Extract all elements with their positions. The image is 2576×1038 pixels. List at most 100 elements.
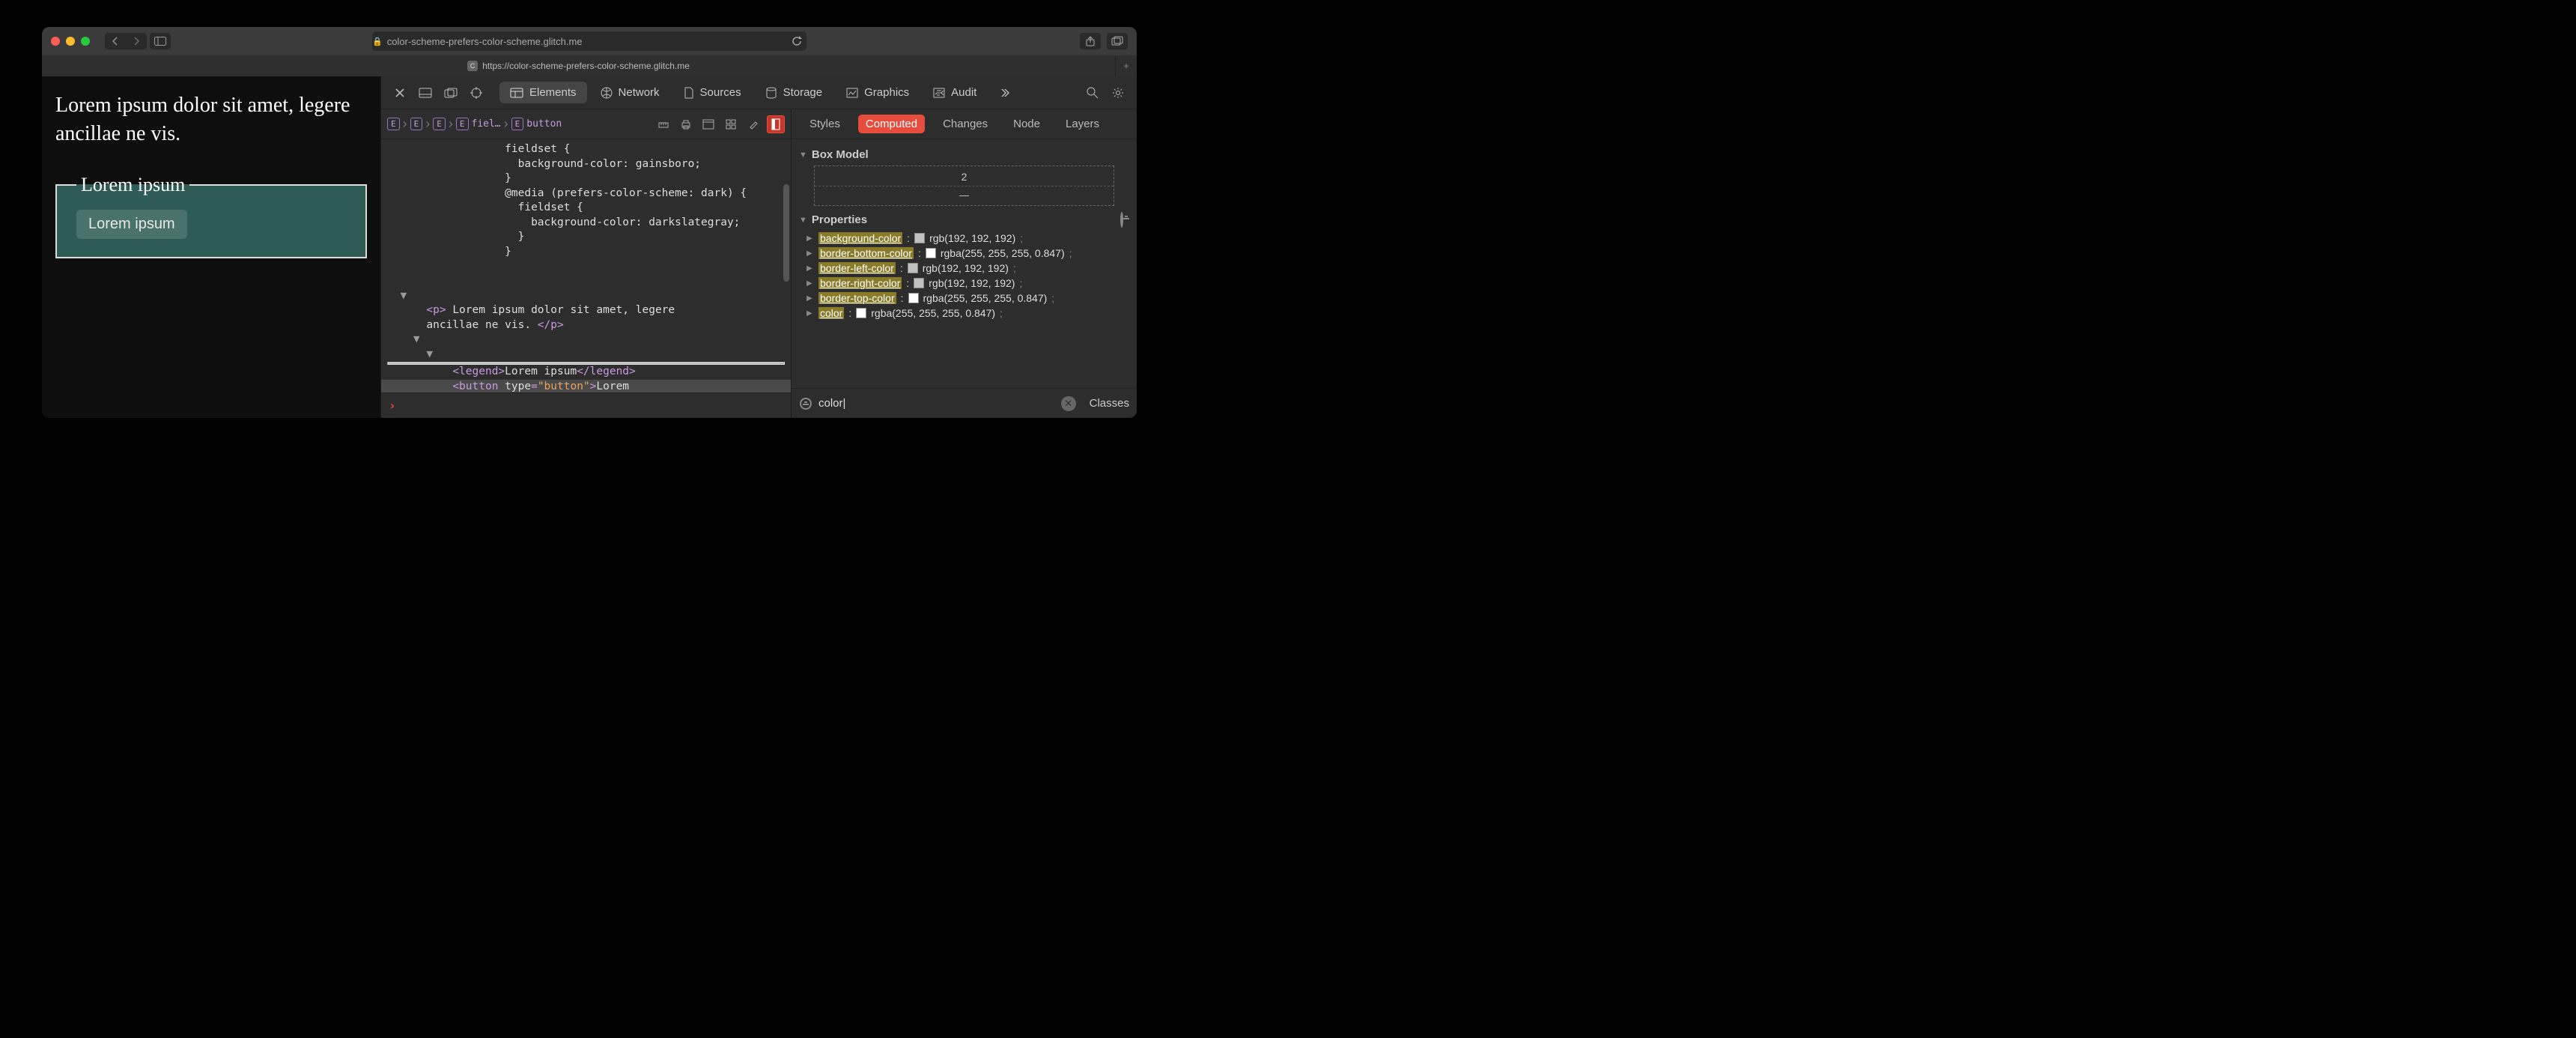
- devtools: Elements Network Sources Storage Graphic…: [380, 76, 1137, 418]
- dom-line[interactable]: <button type="button">Lorem: [381, 380, 791, 392]
- styles-panel: Styles Computed Changes Node Layers ▼ Bo…: [792, 109, 1137, 418]
- crumb-item[interactable]: Ebutton: [511, 118, 562, 130]
- box-model-section[interactable]: ▼ Box Model: [799, 148, 1129, 161]
- devtools-toolbar: Elements Network Sources Storage Graphic…: [381, 76, 1137, 109]
- crumb-item[interactable]: Efiel…: [456, 118, 501, 130]
- crumb-item[interactable]: E: [410, 118, 423, 130]
- sidebar-toggle-button[interactable]: [150, 33, 171, 49]
- zoom-window-button[interactable]: [81, 37, 90, 46]
- filter-input[interactable]: color: [818, 397, 1055, 410]
- share-button[interactable]: [1080, 33, 1101, 49]
- dom-line[interactable]: [381, 260, 791, 275]
- window-controls: [51, 37, 90, 46]
- tabs-overview-button[interactable]: [1107, 33, 1128, 49]
- page-form: Lorem ipsum Lorem ipsum: [55, 174, 367, 258]
- computed-property-row[interactable]: ▶background-color: rgb(192, 192, 192);: [806, 231, 1122, 246]
- settings-gear-icon[interactable]: [1107, 82, 1129, 104]
- styles-tabbar: Styles Computed Changes Node Layers: [792, 109, 1137, 139]
- inspect-element-icon[interactable]: [465, 82, 487, 104]
- tab-computed[interactable]: Computed: [858, 115, 925, 133]
- dom-line[interactable]: }: [381, 230, 791, 245]
- classes-toggle[interactable]: Classes: [1082, 397, 1129, 410]
- tab-graphics[interactable]: Graphics: [836, 82, 920, 103]
- scrollbar-thumb[interactable]: [783, 184, 789, 282]
- dom-line[interactable]: <legend>Lorem ipsum</legend>: [381, 365, 791, 380]
- dom-line[interactable]: fieldset {: [381, 201, 791, 216]
- dom-line[interactable]: }: [381, 172, 791, 186]
- filter-options-icon[interactable]: [1120, 213, 1123, 226]
- network-icon: [601, 87, 613, 99]
- elements-icon: [510, 88, 523, 98]
- disclosure-triangle-icon: ▼: [799, 216, 807, 225]
- clear-filter-button[interactable]: ✕: [1061, 396, 1076, 411]
- box-model-diagram[interactable]: 2 —: [814, 166, 1114, 206]
- search-icon[interactable]: [1081, 82, 1104, 104]
- console-drawer[interactable]: ›: [381, 392, 791, 418]
- tab-styles[interactable]: Styles: [802, 115, 848, 133]
- computed-property-row[interactable]: ▶border-right-color: rgb(192, 192, 192);: [806, 276, 1122, 291]
- page-button[interactable]: Lorem ipsum: [76, 210, 187, 239]
- page-content: Lorem ipsum dolor sit amet, legere ancil…: [42, 76, 380, 418]
- browser-tab[interactable]: C https://color-scheme-prefers-color-sch…: [42, 55, 1116, 76]
- browser-window: 🔒 color-scheme-prefers-color-scheme.glit…: [42, 27, 1137, 418]
- elements-panel: E› E› E› Efiel…› Ebutton: [381, 109, 792, 418]
- dom-line[interactable]: fieldset {: [381, 142, 791, 157]
- tab-layers[interactable]: Layers: [1058, 115, 1107, 133]
- dock-detach-icon[interactable]: [440, 82, 462, 104]
- computed-property-row[interactable]: ▶border-bottom-color: rgba(255, 255, 255…: [806, 246, 1122, 261]
- audit-icon: [933, 88, 945, 98]
- filter-icon: [799, 398, 812, 410]
- dom-line[interactable]: ancillae ne vis. </p>: [381, 318, 791, 333]
- forward-button[interactable]: [126, 33, 147, 49]
- grid-icon[interactable]: [722, 115, 740, 133]
- address-bar[interactable]: 🔒 color-scheme-prefers-color-scheme.glit…: [372, 31, 806, 51]
- tab-sources[interactable]: Sources: [673, 82, 752, 103]
- tab-network[interactable]: Network: [590, 82, 670, 103]
- graphics-icon: [846, 88, 858, 98]
- dom-line[interactable]: ▼: [381, 289, 791, 304]
- dom-tree[interactable]: fieldset { background-color: gainsboro; …: [381, 139, 791, 392]
- print-styles-icon[interactable]: [677, 115, 695, 133]
- new-tab-button[interactable]: +: [1116, 55, 1137, 76]
- back-button[interactable]: [105, 33, 126, 49]
- computed-properties-list: ▶background-color: rgb(192, 192, 192);▶b…: [799, 229, 1129, 327]
- page-paragraph: Lorem ipsum dolor sit amet, legere ancil…: [55, 91, 367, 148]
- dom-line[interactable]: background-color: gainsboro;: [381, 157, 791, 172]
- tab-storage[interactable]: Storage: [755, 82, 833, 103]
- dom-line[interactable]: ▼: [381, 347, 791, 365]
- dock-bottom-icon[interactable]: [414, 82, 437, 104]
- compositing-borders-icon[interactable]: [767, 115, 785, 133]
- tab-elements[interactable]: Elements: [499, 82, 587, 103]
- properties-section[interactable]: ▼ Properties: [799, 213, 1129, 226]
- reload-icon[interactable]: [792, 36, 802, 46]
- dom-line[interactable]: background-color: darkslategray;: [381, 216, 791, 231]
- lock-icon: 🔒: [372, 37, 383, 46]
- dom-line[interactable]: ▼: [381, 333, 791, 347]
- layout-icon[interactable]: [699, 115, 717, 133]
- tab-changes[interactable]: Changes: [935, 115, 995, 133]
- tab-title: https://color-scheme-prefers-color-schem…: [482, 61, 690, 71]
- dom-line[interactable]: @media (prefers-color-scheme: dark) {: [381, 186, 791, 201]
- dom-line[interactable]: [381, 274, 791, 289]
- page-legend: Lorem ipsum: [76, 174, 189, 196]
- tab-bar: C https://color-scheme-prefers-color-sch…: [42, 55, 1137, 76]
- computed-property-row[interactable]: ▶border-top-color: rgba(255, 255, 255, 0…: [806, 291, 1122, 306]
- crumb-item[interactable]: E: [433, 118, 446, 130]
- close-devtools-icon[interactable]: [389, 82, 411, 104]
- storage-icon: [765, 87, 777, 99]
- url-text: color-scheme-prefers-color-scheme.glitch…: [387, 36, 583, 47]
- computed-property-row[interactable]: ▶color: rgba(255, 255, 255, 0.847);: [806, 306, 1122, 321]
- paintbrush-icon[interactable]: [744, 115, 762, 133]
- console-prompt-icon: ›: [389, 398, 396, 413]
- close-window-button[interactable]: [51, 37, 60, 46]
- more-tabs-icon[interactable]: [993, 82, 1015, 104]
- dom-breadcrumb: E› E› E› Efiel…› Ebutton: [381, 109, 791, 139]
- tab-audit[interactable]: Audit: [923, 82, 987, 103]
- minimize-window-button[interactable]: [66, 37, 75, 46]
- dom-line[interactable]: <p> Lorem ipsum dolor sit amet, legere: [381, 303, 791, 318]
- crumb-item[interactable]: E: [387, 118, 400, 130]
- computed-property-row[interactable]: ▶border-left-color: rgb(192, 192, 192);: [806, 261, 1122, 276]
- ruler-icon[interactable]: [654, 115, 672, 133]
- dom-line[interactable]: }: [381, 245, 791, 260]
- tab-node[interactable]: Node: [1006, 115, 1048, 133]
